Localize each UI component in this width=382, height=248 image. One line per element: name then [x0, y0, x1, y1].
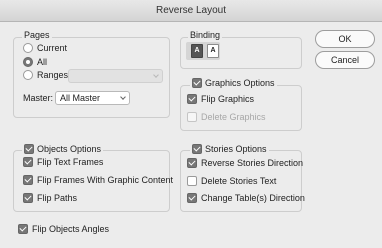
chevron-down-icon: [153, 72, 159, 78]
ranges-radio-circle[interactable]: [23, 70, 33, 80]
master-label: Master:: [23, 93, 54, 103]
all-radio-circle[interactable]: [23, 57, 33, 67]
flip-paths-option[interactable]: Flip Paths: [23, 193, 77, 203]
graphics-options-checkbox[interactable]: [192, 78, 202, 88]
all-radio-label: All: [37, 57, 48, 67]
cancel-button[interactable]: Cancel: [315, 51, 375, 69]
objects-options-checkbox[interactable]: [24, 144, 34, 154]
master-dropdown[interactable]: All Master: [55, 91, 130, 105]
flip-frames-graphic-option[interactable]: Flip Frames With Graphic Content: [23, 175, 173, 185]
graphics-group: [180, 85, 302, 131]
delete-graphics-checkbox: [187, 112, 197, 122]
delete-graphics-option: Delete Graphics: [187, 112, 266, 122]
change-table-direction-checkbox[interactable]: [187, 193, 197, 203]
change-table-direction-option[interactable]: Change Table(s) Direction: [187, 193, 305, 203]
graphics-legend-label: Graphics Options: [205, 78, 275, 88]
current-radio-circle[interactable]: [23, 43, 33, 53]
binding-right-to-left-icon[interactable]: A: [207, 44, 219, 58]
binding-left-glyph: A: [194, 47, 200, 54]
binding-right-glyph: A: [210, 47, 216, 54]
reverse-stories-option[interactable]: Reverse Stories Direction: [187, 158, 303, 168]
flip-text-frames-option[interactable]: Flip Text Frames: [23, 157, 103, 167]
flip-objects-angles-label: Flip Objects Angles: [32, 224, 110, 234]
flip-text-frames-label: Flip Text Frames: [37, 157, 104, 167]
delete-stories-text-label: Delete Stories Text: [201, 176, 277, 186]
change-table-direction-label: Change Table(s) Direction: [201, 193, 305, 203]
master-dropdown-value: All Master: [60, 93, 101, 103]
pages-legend-label: Pages: [24, 30, 50, 40]
stories-legend[interactable]: Stories Options: [190, 144, 269, 154]
flip-paths-checkbox[interactable]: [23, 193, 33, 203]
flip-graphics-option[interactable]: Flip Graphics: [187, 94, 254, 104]
objects-legend-label: Objects Options: [37, 144, 102, 154]
dialog-title: Reverse Layout: [155, 5, 227, 16]
stories-legend-label: Stories Options: [205, 144, 267, 154]
binding-left-to-right-icon[interactable]: A: [191, 44, 203, 58]
stories-options-checkbox[interactable]: [192, 144, 202, 154]
delete-graphics-label: Delete Graphics: [201, 112, 266, 122]
objects-legend[interactable]: Objects Options: [22, 144, 104, 154]
flip-frames-graphic-checkbox[interactable]: [23, 175, 33, 185]
dialog-title-bar: Reverse Layout: [0, 0, 382, 22]
flip-frames-graphic-label: Flip Frames With Graphic Content: [37, 175, 174, 185]
flip-objects-angles-option[interactable]: Flip Objects Angles: [18, 224, 109, 234]
ok-button[interactable]: OK: [315, 30, 375, 48]
flip-paths-label: Flip Paths: [37, 193, 78, 203]
graphics-legend[interactable]: Graphics Options: [190, 78, 277, 88]
reverse-stories-label: Reverse Stories Direction: [201, 158, 304, 168]
pages-legend: Pages: [22, 30, 52, 40]
chevron-down-icon: [120, 94, 126, 100]
current-radio[interactable]: Current: [23, 43, 67, 53]
ranges-radio-label: Ranges:: [37, 70, 71, 80]
binding-legend: Binding: [188, 30, 223, 40]
ranges-dropdown: [68, 69, 163, 83]
master-row: Master:: [23, 93, 53, 103]
current-radio-label: Current: [37, 43, 68, 53]
flip-graphics-checkbox[interactable]: [187, 94, 197, 104]
ranges-radio[interactable]: Ranges:: [23, 70, 71, 80]
reverse-stories-checkbox[interactable]: [187, 158, 197, 168]
all-radio[interactable]: All: [23, 57, 47, 67]
flip-objects-angles-checkbox[interactable]: [18, 224, 28, 234]
flip-graphics-label: Flip Graphics: [201, 94, 255, 104]
binding-legend-label: Binding: [190, 30, 221, 40]
flip-text-frames-checkbox[interactable]: [23, 157, 33, 167]
delete-stories-text-checkbox[interactable]: [187, 176, 197, 186]
delete-stories-text-option[interactable]: Delete Stories Text: [187, 176, 276, 186]
